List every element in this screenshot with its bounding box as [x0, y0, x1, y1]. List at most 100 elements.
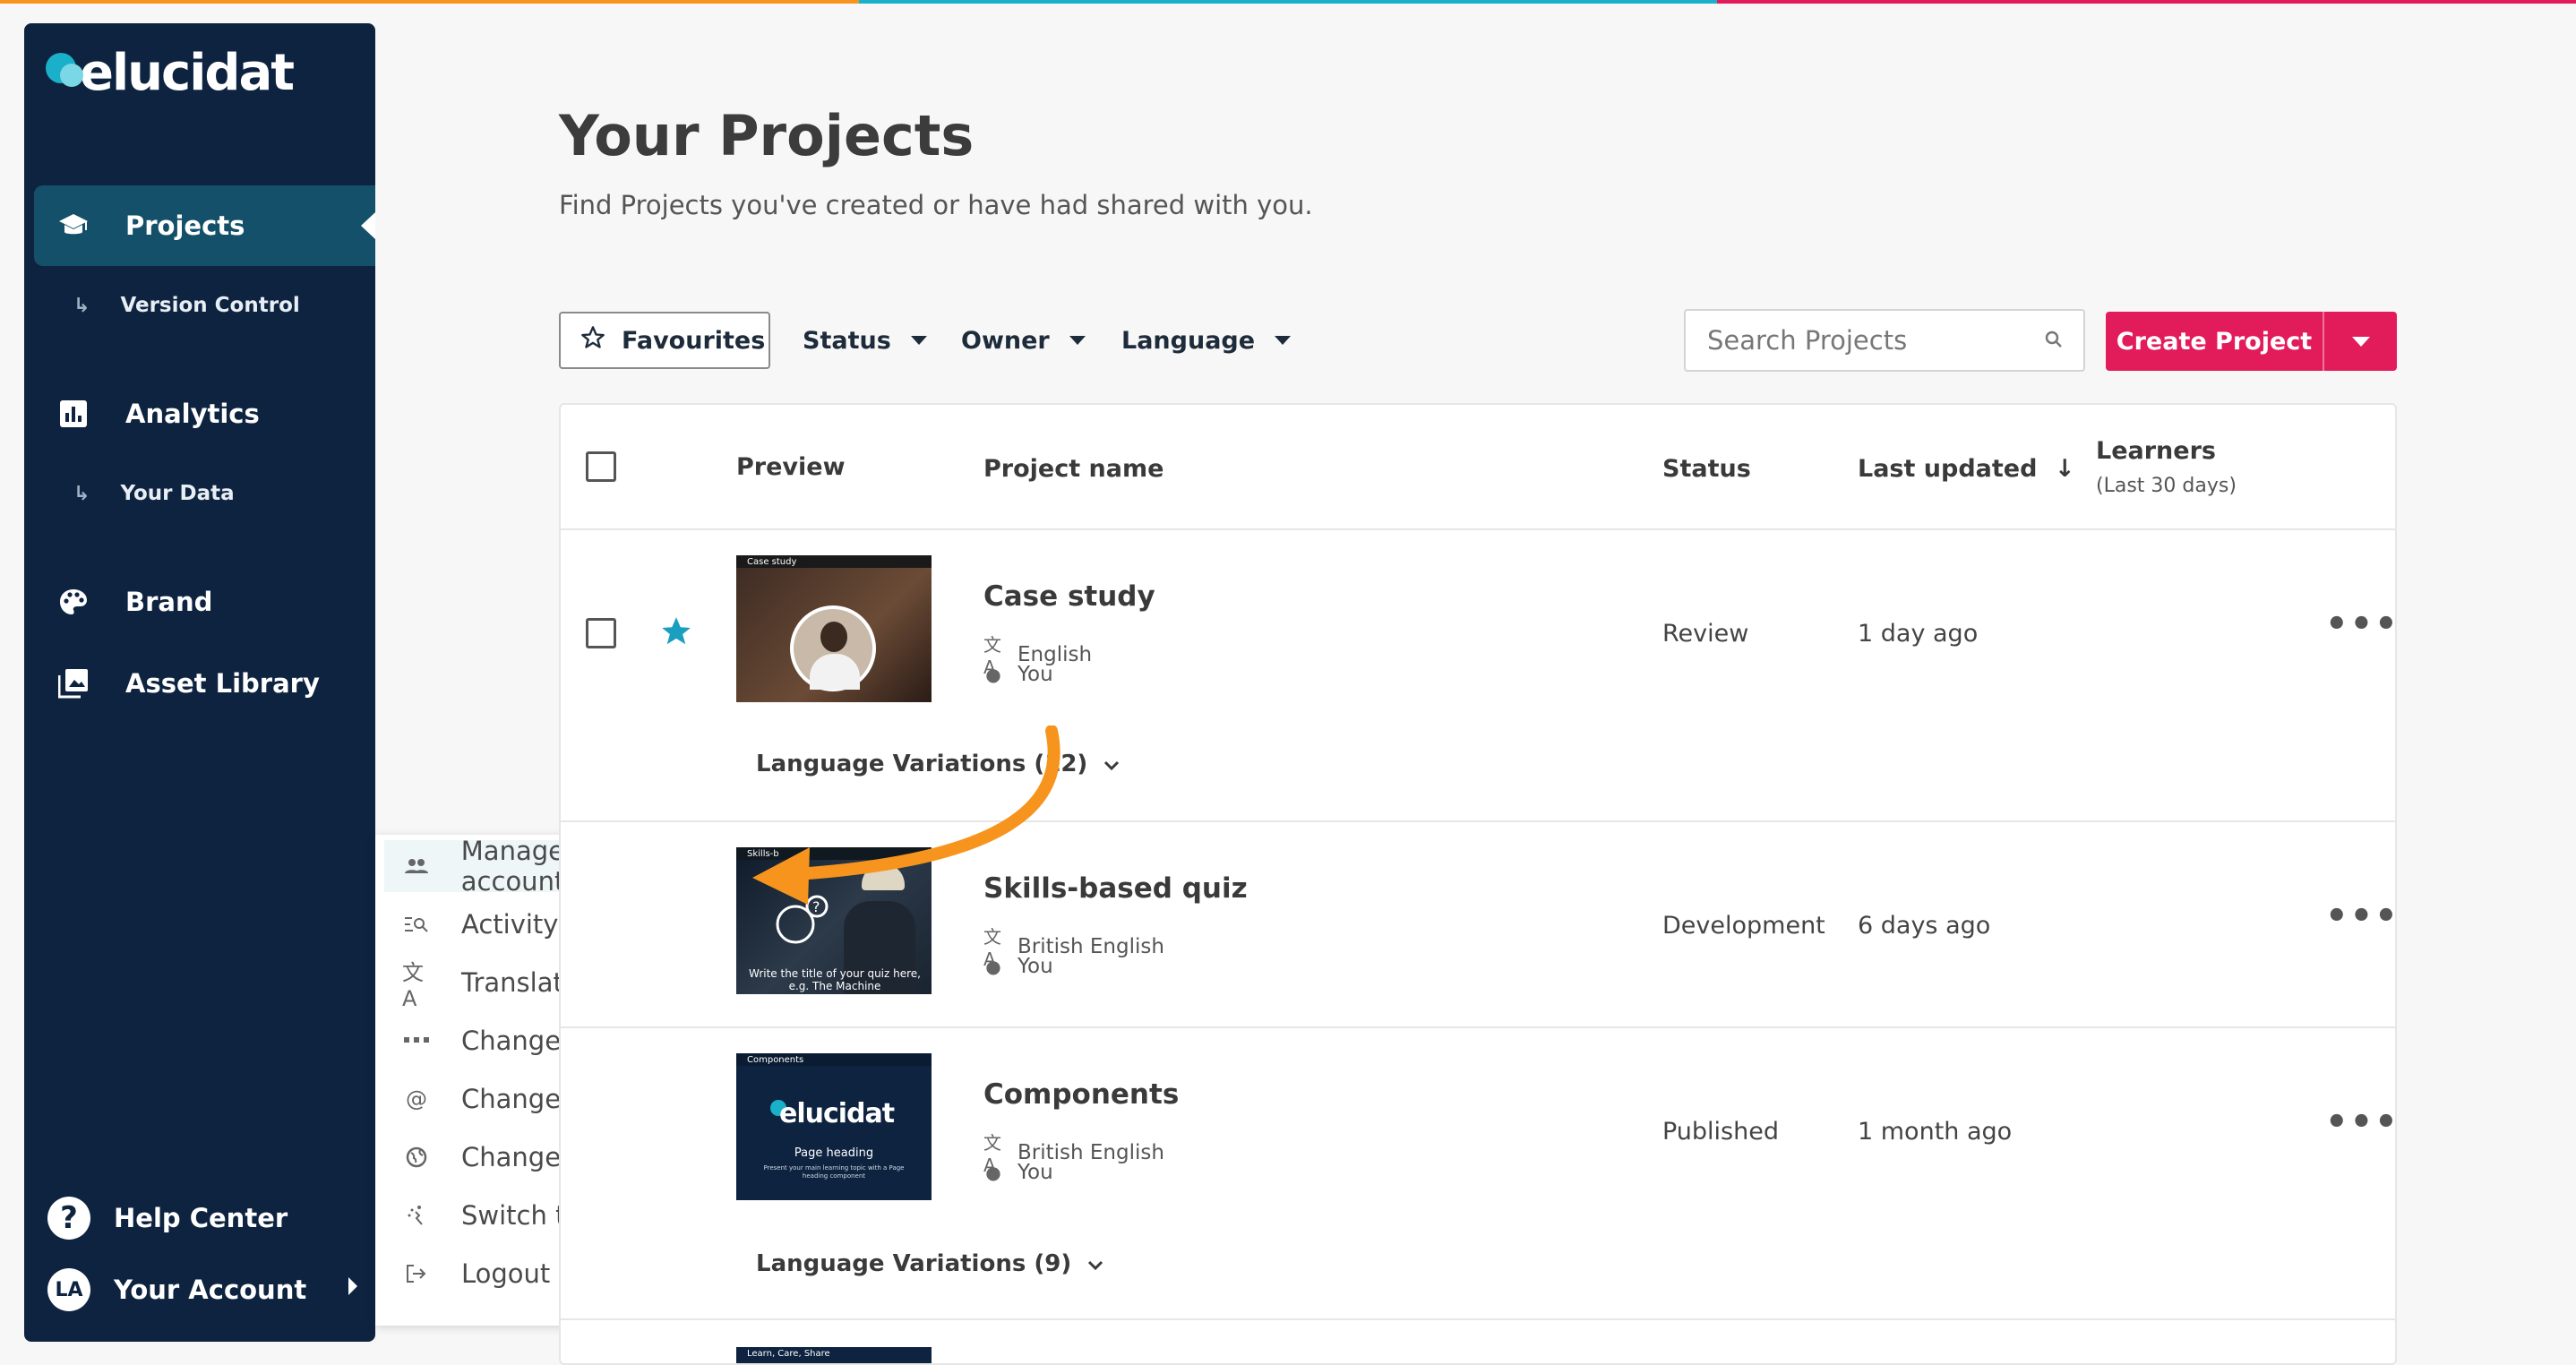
owner-filter-dropdown[interactable]: Owner: [961, 312, 1086, 369]
project-name[interactable]: Case study: [983, 580, 1155, 613]
person-portrait-image: [790, 605, 876, 691]
sidebar: elucidat Projects ↳ Version Control Anal…: [24, 23, 375, 1342]
owner-filter-label: Owner: [961, 326, 1050, 355]
sidebar-item-brand[interactable]: Brand: [34, 562, 375, 642]
status-value: Development: [1662, 912, 1825, 940]
strip-orange: [0, 0, 859, 4]
person-icon: ●: [985, 1162, 1001, 1183]
thumbnail-title: Learn, Care, Share: [747, 1349, 830, 1359]
thumbnail-title: Case study: [747, 557, 797, 567]
sidebar-item-analytics[interactable]: Analytics: [34, 373, 375, 454]
caret-down-icon: [910, 336, 927, 345]
image-library-icon: [56, 665, 91, 701]
status-value: Published: [1662, 1118, 1779, 1146]
caret-right-icon: [348, 1277, 357, 1295]
your-account-label: Your Account: [114, 1275, 307, 1305]
help-center-link[interactable]: ? Help Center: [47, 1197, 288, 1240]
person-icon: ●: [985, 956, 1001, 977]
chevron-down-icon: [1087, 1250, 1103, 1277]
more-options-icon[interactable]: •••: [2325, 604, 2395, 645]
last-updated-value: 1 day ago: [1858, 620, 1979, 648]
avatar: LA: [47, 1268, 90, 1311]
status-filter-dropdown[interactable]: Status: [803, 312, 927, 369]
project-name[interactable]: Components: [983, 1078, 1179, 1111]
logo-mark-icon: [42, 46, 87, 99]
page-subtitle: Find Projects you've created or have had…: [559, 190, 1313, 220]
last-updated-label: Last updated: [1858, 455, 2038, 483]
project-owner: ● You: [983, 955, 1053, 978]
people-icon: [402, 858, 431, 874]
select-all-checkbox[interactable]: [586, 451, 616, 482]
sidebar-subitem-label: Your Data: [120, 482, 235, 505]
column-header-preview: Preview: [736, 453, 846, 481]
row-checkbox[interactable]: [586, 618, 616, 648]
status-value: Review: [1662, 620, 1749, 648]
annotation-arrow: [752, 725, 1060, 905]
project-thumbnail[interactable]: Components elucidat Page heading Present…: [736, 1053, 932, 1200]
project-thumbnail[interactable]: Case study: [736, 555, 932, 702]
menu-item-label: Activity: [461, 909, 559, 940]
column-header-project-name[interactable]: Project name: [983, 455, 1163, 483]
project-thumbnail[interactable]: Learn, Care, Share: [736, 1347, 932, 1363]
chevron-down-icon: [1103, 751, 1120, 777]
person-icon: ●: [985, 664, 1001, 685]
sidebar-subitem-version-control[interactable]: ↳ Version Control: [73, 294, 300, 317]
top-color-strip: [0, 0, 2576, 4]
your-account-button[interactable]: LA Your Account: [47, 1268, 370, 1311]
column-header-status[interactable]: Status: [1662, 455, 1751, 483]
graduation-cap-icon: [56, 208, 91, 244]
sidebar-item-label: Projects: [125, 210, 245, 241]
activity-search-icon: [402, 915, 431, 933]
sidebar-item-projects[interactable]: Projects: [34, 185, 375, 266]
subitem-arrow-icon: ↳: [73, 294, 90, 317]
column-header-last-updated[interactable]: Last updated ↓: [1858, 455, 2074, 483]
owner-value: You: [1018, 1161, 1053, 1184]
project-owner: ● You: [983, 1161, 1053, 1184]
logo-text: elucidat: [80, 43, 295, 102]
row-divider: [561, 1026, 2395, 1028]
create-project-dropdown-toggle[interactable]: [2324, 336, 2397, 347]
last-updated-value: 1 month ago: [1858, 1118, 2013, 1146]
favourites-filter-button[interactable]: Favourites: [559, 312, 770, 369]
language-variations-toggle[interactable]: Language Variations (9): [756, 1250, 1103, 1277]
favourite-star-icon[interactable]: [659, 614, 693, 652]
last-updated-value: 6 days ago: [1858, 912, 1991, 940]
logout-icon: [402, 1264, 431, 1283]
learners-subheader: (Last 30 days): [2096, 475, 2237, 497]
sidebar-item-asset-library[interactable]: Asset Library: [34, 643, 375, 724]
strip-teal: [858, 0, 1718, 4]
at-sign-icon: @: [406, 1086, 427, 1112]
palette-icon: [56, 584, 91, 620]
caret-down-icon: [1275, 336, 1292, 345]
favourites-label: Favourites: [622, 326, 766, 355]
search-input[interactable]: Search Projects: [1684, 309, 2085, 372]
subitem-arrow-icon: ↳: [73, 482, 90, 505]
thumbnail-title: Components: [747, 1055, 804, 1065]
owner-value: You: [1018, 955, 1053, 978]
language-variations-label: Language Variations (9): [756, 1250, 1072, 1277]
help-center-label: Help Center: [114, 1203, 288, 1233]
sidebar-item-label: Brand: [125, 587, 213, 617]
elucidat-logo[interactable]: elucidat: [42, 41, 295, 104]
language-filter-dropdown[interactable]: Language: [1121, 312, 1292, 369]
owner-value: You: [1018, 663, 1053, 686]
strip-pink: [1717, 0, 2576, 4]
page-title: Your Projects: [559, 103, 975, 168]
caret-down-icon: [2351, 336, 2370, 347]
row-divider: [561, 1318, 2395, 1320]
sidebar-subitem-your-data[interactable]: ↳ Your Data: [73, 482, 235, 505]
switch-icon: [402, 1205, 431, 1226]
sidebar-item-label: Asset Library: [125, 668, 320, 699]
thumbnail-caption: Write the title of your quiz here, e.g. …: [749, 967, 921, 992]
status-filter-label: Status: [803, 326, 891, 355]
password-dots-icon: [402, 1037, 431, 1044]
more-options-icon[interactable]: •••: [2325, 1102, 2395, 1143]
language-filter-label: Language: [1121, 326, 1256, 355]
column-header-learners: Learners: [2096, 437, 2216, 465]
header-divider: [561, 528, 2395, 530]
more-options-icon[interactable]: •••: [2325, 896, 2395, 937]
thumbnail-body: Present your main learning topic with a …: [763, 1164, 905, 1180]
search-icon: [2044, 325, 2064, 356]
create-project-button[interactable]: Create Project: [2106, 328, 2323, 356]
globe-icon: [402, 1146, 431, 1168]
